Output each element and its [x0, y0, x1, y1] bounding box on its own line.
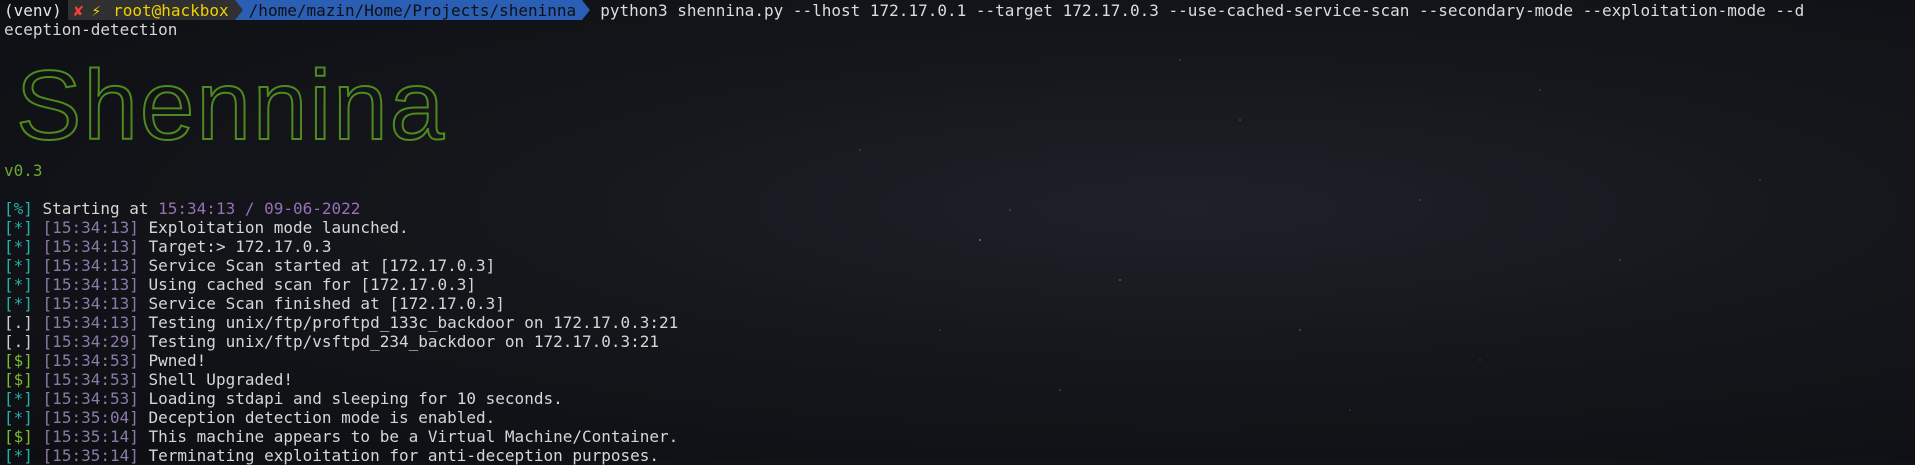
error-x-icon: ✘: [73, 0, 84, 20]
log-message: Shell Upgraded!: [138, 370, 294, 389]
log-timestamp: [15:34:13]: [42, 294, 139, 313]
log-prefix: [$]: [4, 427, 33, 446]
current-directory: /home/mazin/Home/Projects/sheninna: [242, 0, 583, 20]
log-message: Testing unix/ftp/vsftpd_234_backdoor on …: [138, 332, 660, 351]
log-prefix: [*]: [4, 389, 33, 408]
log-line: [$] [15:34:53] Pwned!: [4, 351, 1915, 370]
starting-label: Starting at: [32, 199, 159, 218]
terminal-window[interactable]: (venv) ✘ ⚡ root@hackbox /home/mazin/Home…: [4, 0, 1915, 465]
log-timestamp: [15:35:14]: [42, 427, 139, 446]
version-label: v0.3: [4, 161, 43, 180]
log-line: [*] [15:34:13] Exploitation mode launche…: [4, 218, 1915, 237]
log-timestamp: [15:34:13]: [42, 237, 139, 256]
log-line: [*] [15:35:04] Deception detection mode …: [4, 408, 1915, 427]
log-timestamp: [15:34:13]: [42, 275, 139, 294]
log-prefix: [*]: [4, 408, 33, 427]
log-message: Exploitation mode launched.: [138, 218, 409, 237]
command-text-wrap: eception-detection: [4, 20, 178, 39]
log-message: Service Scan finished at [172.17.0.3]: [138, 294, 505, 313]
user-host: root@hackbox: [107, 0, 235, 20]
log-prefix: [%]: [4, 199, 33, 218]
powerline-separator: [234, 0, 243, 20]
starting-timestamp: 15:34:13 / 09-06-2022: [158, 199, 361, 218]
log-line: [$] [15:34:53] Shell Upgraded!: [4, 370, 1915, 389]
log-message: Testing unix/ftp/proftpd_133c_backdoor o…: [138, 313, 679, 332]
log-prefix: [$]: [4, 351, 33, 370]
log-prefix: [*]: [4, 275, 33, 294]
powerline-separator: [582, 0, 591, 20]
lightning-icon: ⚡: [91, 0, 102, 20]
log-line: [.] [15:34:29] Testing unix/ftp/vsftpd_2…: [4, 332, 1915, 351]
log-line: [*] [15:34:13] Service Scan finished at …: [4, 294, 1915, 313]
log-timestamp: [15:34:13]: [42, 218, 139, 237]
log-timestamp: [15:35:14]: [42, 446, 139, 465]
log-line: [*] [15:34:13] Target:> 172.17.0.3: [4, 237, 1915, 256]
log-output: [*] [15:34:13] Exploitation mode launche…: [4, 218, 1915, 465]
log-prefix: [$]: [4, 370, 33, 389]
log-timestamp: [15:34:13]: [42, 313, 139, 332]
log-message: Loading stdapi and sleeping for 10 secon…: [138, 389, 563, 408]
starting-line: [%] Starting at 15:34:13 / 09-06-2022: [4, 199, 1915, 218]
log-prefix: [*]: [4, 294, 33, 313]
log-timestamp: [15:34:53]: [42, 351, 139, 370]
log-message: Target:> 172.17.0.3: [138, 237, 332, 256]
log-line: [.] [15:34:13] Testing unix/ftp/proftpd_…: [4, 313, 1915, 332]
log-line: [*] [15:34:53] Loading stdapi and sleepi…: [4, 389, 1915, 408]
log-prefix: [*]: [4, 237, 33, 256]
log-prefix: [*]: [4, 218, 33, 237]
log-message: Pwned!: [138, 351, 207, 370]
log-prefix: [.]: [4, 313, 33, 332]
shell-prompt: (venv) ✘ ⚡ root@hackbox /home/mazin/Home…: [4, 0, 1915, 20]
logo-text: Shennina: [16, 50, 446, 157]
log-prefix: [*]: [4, 446, 33, 465]
log-prefix: [*]: [4, 256, 33, 275]
shennina-ascii-logo: Shennina: [15, 49, 446, 161]
log-timestamp: [15:34:29]: [42, 332, 139, 351]
log-timestamp: [15:34:53]: [42, 370, 139, 389]
log-message: This machine appears to be a Virtual Mac…: [138, 427, 679, 446]
log-line: [*] [15:34:13] Using cached scan for [17…: [4, 275, 1915, 294]
log-timestamp: [15:34:53]: [42, 389, 139, 408]
log-message: Deception detection mode is enabled.: [138, 408, 496, 427]
log-line: [$] [15:35:14] This machine appears to b…: [4, 427, 1915, 446]
status-segment: ✘ ⚡: [67, 0, 108, 20]
log-message: Service Scan started at [172.17.0.3]: [138, 256, 496, 275]
log-timestamp: [15:35:04]: [42, 408, 139, 427]
command-text[interactable]: python3 shennina.py --lhost 172.17.0.1 -…: [590, 1, 1804, 20]
log-prefix: [.]: [4, 332, 33, 351]
log-line: [*] [15:35:14] Terminating exploitation …: [4, 446, 1915, 465]
log-timestamp: [15:34:13]: [42, 256, 139, 275]
log-line: [*] [15:34:13] Service Scan started at […: [4, 256, 1915, 275]
venv-indicator: (venv): [4, 0, 62, 20]
log-message: Terminating exploitation for anti-decept…: [138, 446, 660, 465]
log-message: Using cached scan for [172.17.0.3]: [138, 275, 477, 294]
